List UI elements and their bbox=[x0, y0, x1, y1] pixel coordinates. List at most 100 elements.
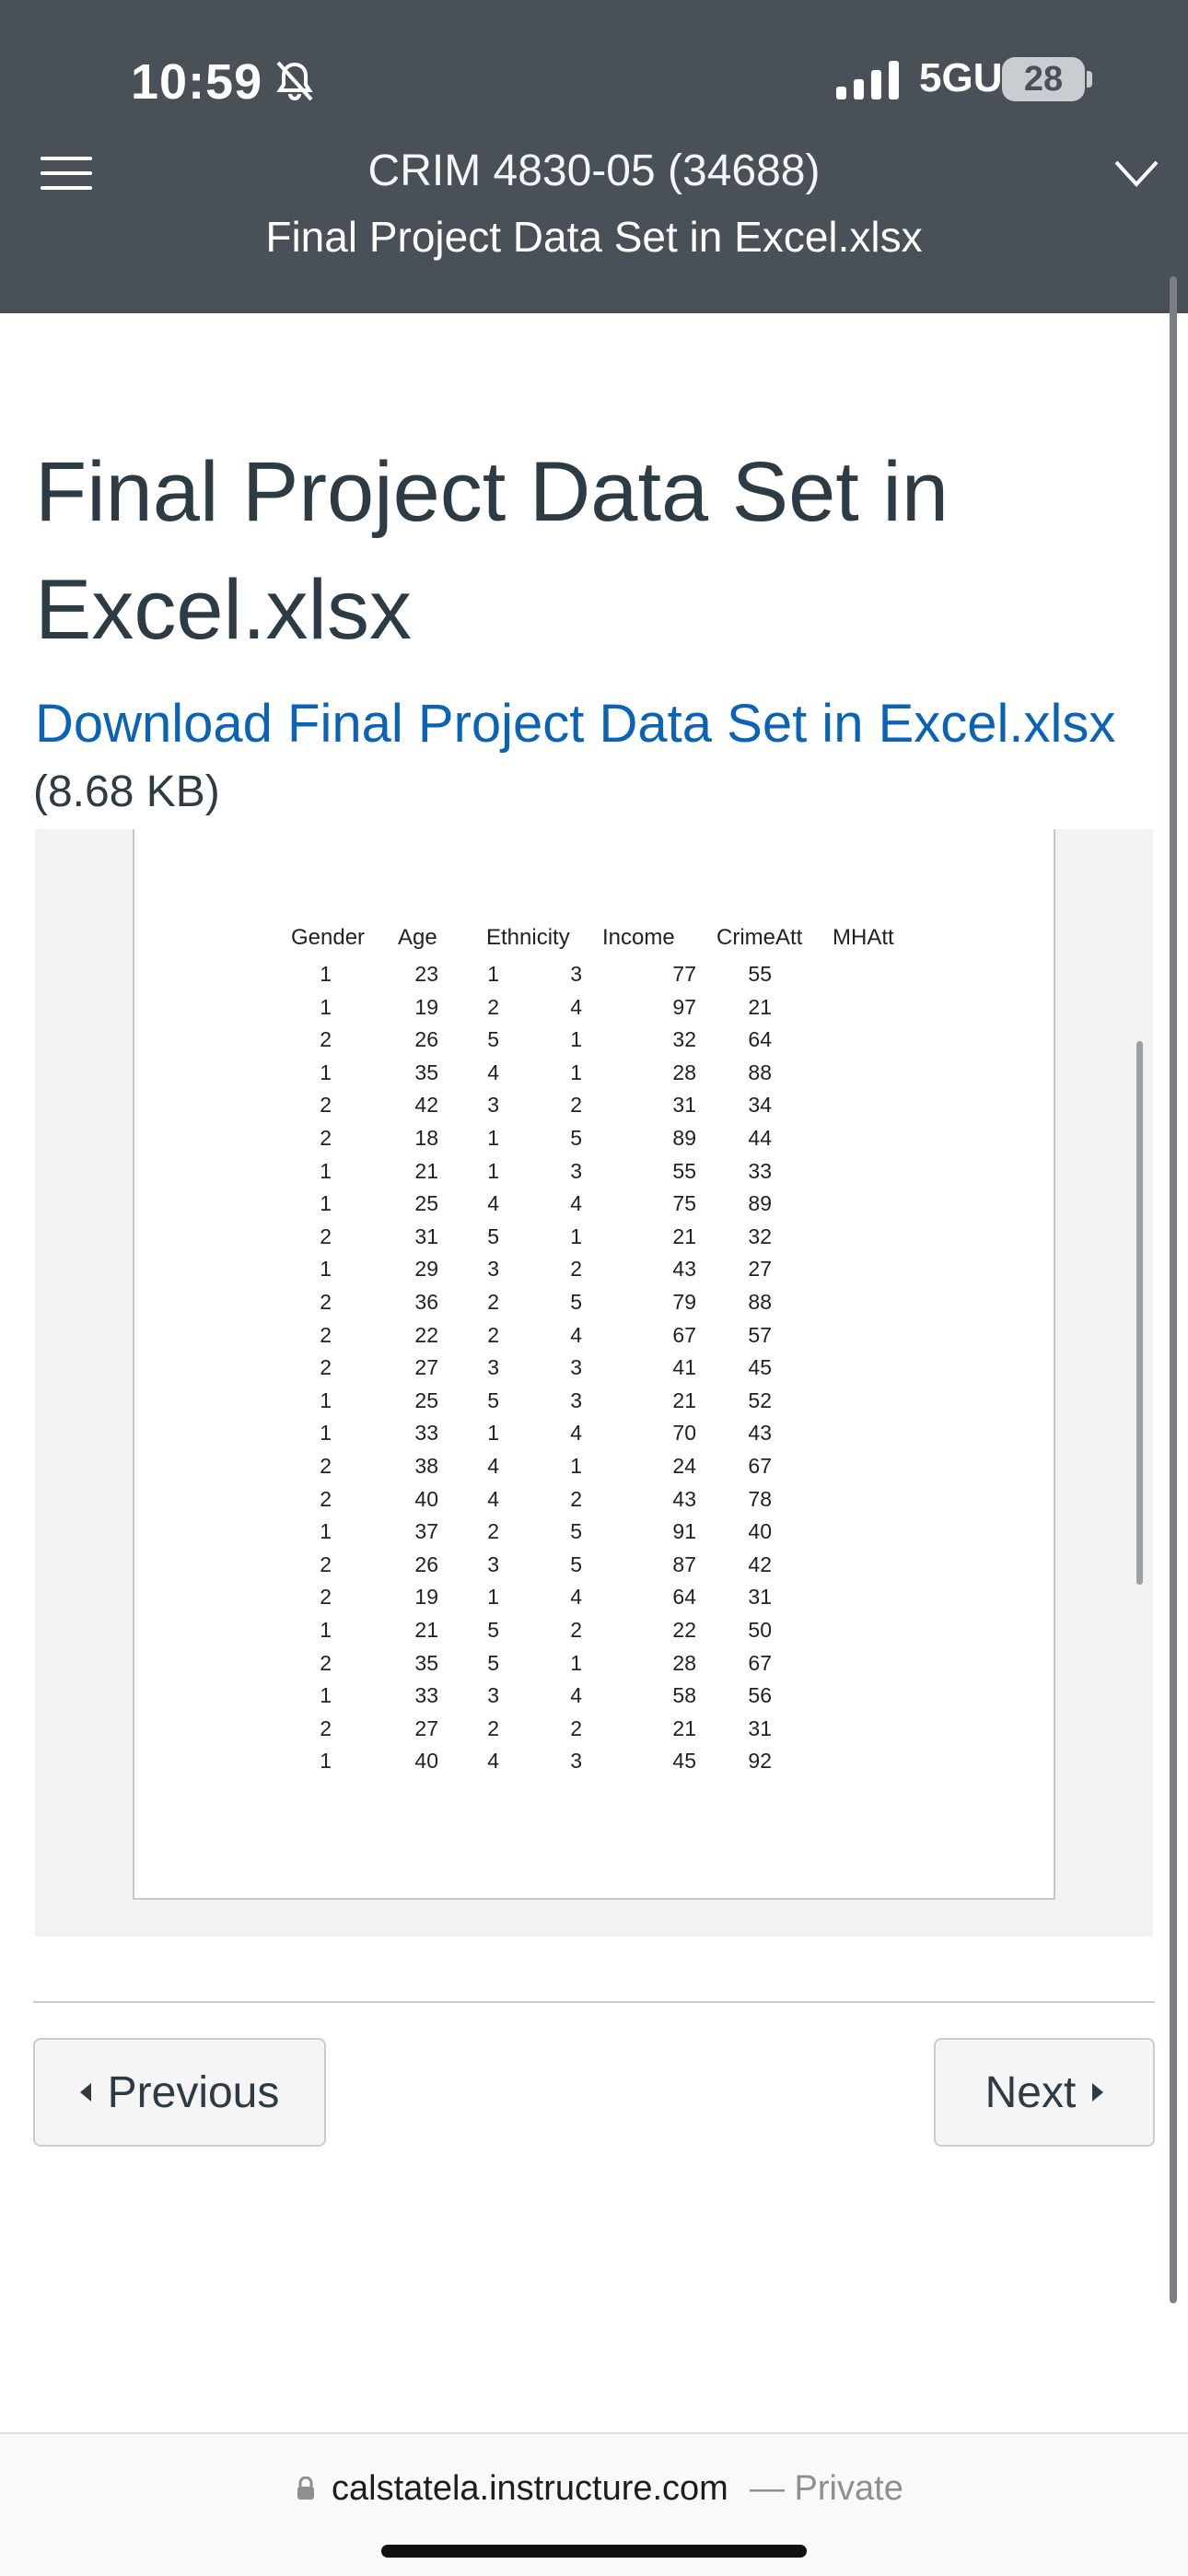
cell-mhatt: 64 bbox=[748, 1027, 772, 1052]
page-scrollbar[interactable] bbox=[1170, 276, 1177, 2303]
cell-income: 3 bbox=[570, 1158, 582, 1183]
cell-mhatt: 88 bbox=[748, 1060, 772, 1084]
cell-mhatt: 42 bbox=[748, 1551, 772, 1576]
cell-income: 1 bbox=[570, 1027, 582, 1052]
cell-age: 18 bbox=[414, 1126, 438, 1150]
cell-crimeatt: 32 bbox=[672, 1027, 696, 1052]
cell-crimeatt: 70 bbox=[672, 1421, 696, 1446]
cell-crimeatt: 21 bbox=[672, 1388, 696, 1412]
cell-crimeatt: 28 bbox=[672, 1060, 696, 1084]
browser-url-bar[interactable]: calstatela.instructure.com — Private bbox=[0, 2432, 1188, 2576]
cell-income: 4 bbox=[570, 1683, 582, 1708]
cell-ethnicity: 5 bbox=[487, 1618, 499, 1642]
cell-gender: 2 bbox=[320, 1486, 332, 1511]
page-title: Final Project Data Set in Excel.xlsx bbox=[35, 445, 949, 657]
url-text[interactable]: calstatela.instructure.com bbox=[332, 2469, 728, 2509]
cell-crimeatt: 45 bbox=[672, 1749, 696, 1774]
cell-mhatt: 67 bbox=[748, 1650, 772, 1675]
cell-ethnicity: 5 bbox=[487, 1224, 499, 1248]
next-label: Next bbox=[984, 2067, 1077, 2117]
cell-crimeatt: 22 bbox=[672, 1618, 696, 1642]
caret-right-icon bbox=[1092, 2083, 1104, 2102]
cell-income: 4 bbox=[570, 1585, 582, 1610]
cell-gender: 1 bbox=[320, 1191, 332, 1216]
cell-crimeatt: 21 bbox=[672, 1715, 696, 1740]
cell-income: 4 bbox=[570, 1421, 582, 1446]
cell-gender: 1 bbox=[320, 1618, 332, 1642]
lock-icon bbox=[297, 2476, 314, 2500]
cell-ethnicity: 4 bbox=[487, 1191, 499, 1216]
cell-gender: 2 bbox=[320, 1454, 332, 1478]
cell-ethnicity: 5 bbox=[487, 1388, 499, 1412]
cell-ethnicity: 1 bbox=[487, 1585, 499, 1610]
cell-mhatt: 40 bbox=[748, 1519, 772, 1544]
cell-crimeatt: 91 bbox=[672, 1519, 696, 1544]
cell-age: 33 bbox=[414, 1421, 438, 1446]
cell-income: 2 bbox=[570, 1486, 582, 1511]
download-link[interactable]: Download Final Project Data Set in Excel… bbox=[35, 693, 1115, 755]
cell-ethnicity: 4 bbox=[487, 1060, 499, 1084]
cell-income: 5 bbox=[570, 1126, 582, 1150]
cell-ethnicity: 3 bbox=[487, 1355, 499, 1380]
divider bbox=[33, 2001, 1155, 2003]
cell-gender: 1 bbox=[320, 1749, 332, 1774]
cell-mhatt: 31 bbox=[748, 1715, 772, 1740]
col-header-age: Age bbox=[398, 925, 437, 950]
cell-crimeatt: 21 bbox=[672, 1224, 696, 1248]
cell-ethnicity: 4 bbox=[487, 1749, 499, 1774]
cell-crimeatt: 24 bbox=[672, 1454, 696, 1478]
cell-crimeatt: 79 bbox=[672, 1290, 696, 1314]
cell-mhatt: 33 bbox=[748, 1158, 772, 1183]
cell-age: 21 bbox=[414, 1618, 438, 1642]
cell-ethnicity: 1 bbox=[487, 1421, 499, 1446]
cell-mhatt: 67 bbox=[748, 1454, 772, 1478]
cell-income: 1 bbox=[570, 1454, 582, 1478]
status-time: 10:59 bbox=[131, 54, 263, 110]
cell-age: 35 bbox=[414, 1060, 438, 1084]
cell-gender: 2 bbox=[320, 1585, 332, 1610]
cell-ethnicity: 1 bbox=[487, 1158, 499, 1183]
cell-ethnicity: 2 bbox=[487, 1715, 499, 1740]
cell-age: 25 bbox=[414, 1388, 438, 1412]
cell-mhatt: 52 bbox=[748, 1388, 772, 1412]
cell-gender: 2 bbox=[320, 1126, 332, 1150]
previous-button[interactable]: Previous bbox=[33, 2038, 326, 2147]
cell-age: 26 bbox=[414, 1551, 438, 1576]
cell-age: 19 bbox=[414, 1585, 438, 1610]
cell-income: 5 bbox=[570, 1290, 582, 1314]
cell-gender: 2 bbox=[320, 1322, 332, 1347]
cell-age: 40 bbox=[414, 1486, 438, 1511]
cell-mhatt: 56 bbox=[748, 1683, 772, 1708]
menu-icon[interactable] bbox=[41, 157, 92, 193]
chevron-down-icon[interactable] bbox=[1112, 155, 1160, 192]
cell-income: 3 bbox=[570, 1388, 582, 1412]
cell-crimeatt: 28 bbox=[672, 1650, 696, 1675]
cell-gender: 1 bbox=[320, 1683, 332, 1708]
cell-mhatt: 88 bbox=[748, 1290, 772, 1314]
cell-mhatt: 89 bbox=[748, 1191, 772, 1216]
cell-income: 3 bbox=[570, 1355, 582, 1380]
cell-gender: 2 bbox=[320, 1551, 332, 1576]
cell-income: 2 bbox=[570, 1715, 582, 1740]
cellular-signal-icon bbox=[836, 61, 899, 100]
battery-cap bbox=[1087, 71, 1092, 88]
cell-mhatt: 21 bbox=[748, 994, 772, 1019]
caret-left-icon bbox=[79, 2083, 91, 2102]
cell-crimeatt: 43 bbox=[672, 1257, 696, 1282]
cell-age: 27 bbox=[414, 1355, 438, 1380]
cell-ethnicity: 3 bbox=[487, 1551, 499, 1576]
home-indicator[interactable] bbox=[381, 2545, 807, 2558]
cell-ethnicity: 2 bbox=[487, 1519, 499, 1544]
previous-label: Previous bbox=[107, 2067, 280, 2117]
cell-mhatt: 32 bbox=[748, 1224, 772, 1248]
cell-ethnicity: 2 bbox=[487, 1322, 499, 1347]
cell-age: 37 bbox=[414, 1519, 438, 1544]
cell-age: 23 bbox=[414, 962, 438, 986]
preview-scrollbar[interactable] bbox=[1136, 1041, 1143, 1585]
next-button[interactable]: Next bbox=[934, 2038, 1155, 2147]
file-preview: Gender Age Ethnicity Income CrimeAtt MHA… bbox=[35, 829, 1153, 1937]
cell-gender: 1 bbox=[320, 1421, 332, 1446]
cell-income: 2 bbox=[570, 1618, 582, 1642]
cell-age: 35 bbox=[414, 1650, 438, 1675]
cell-age: 42 bbox=[414, 1093, 438, 1118]
